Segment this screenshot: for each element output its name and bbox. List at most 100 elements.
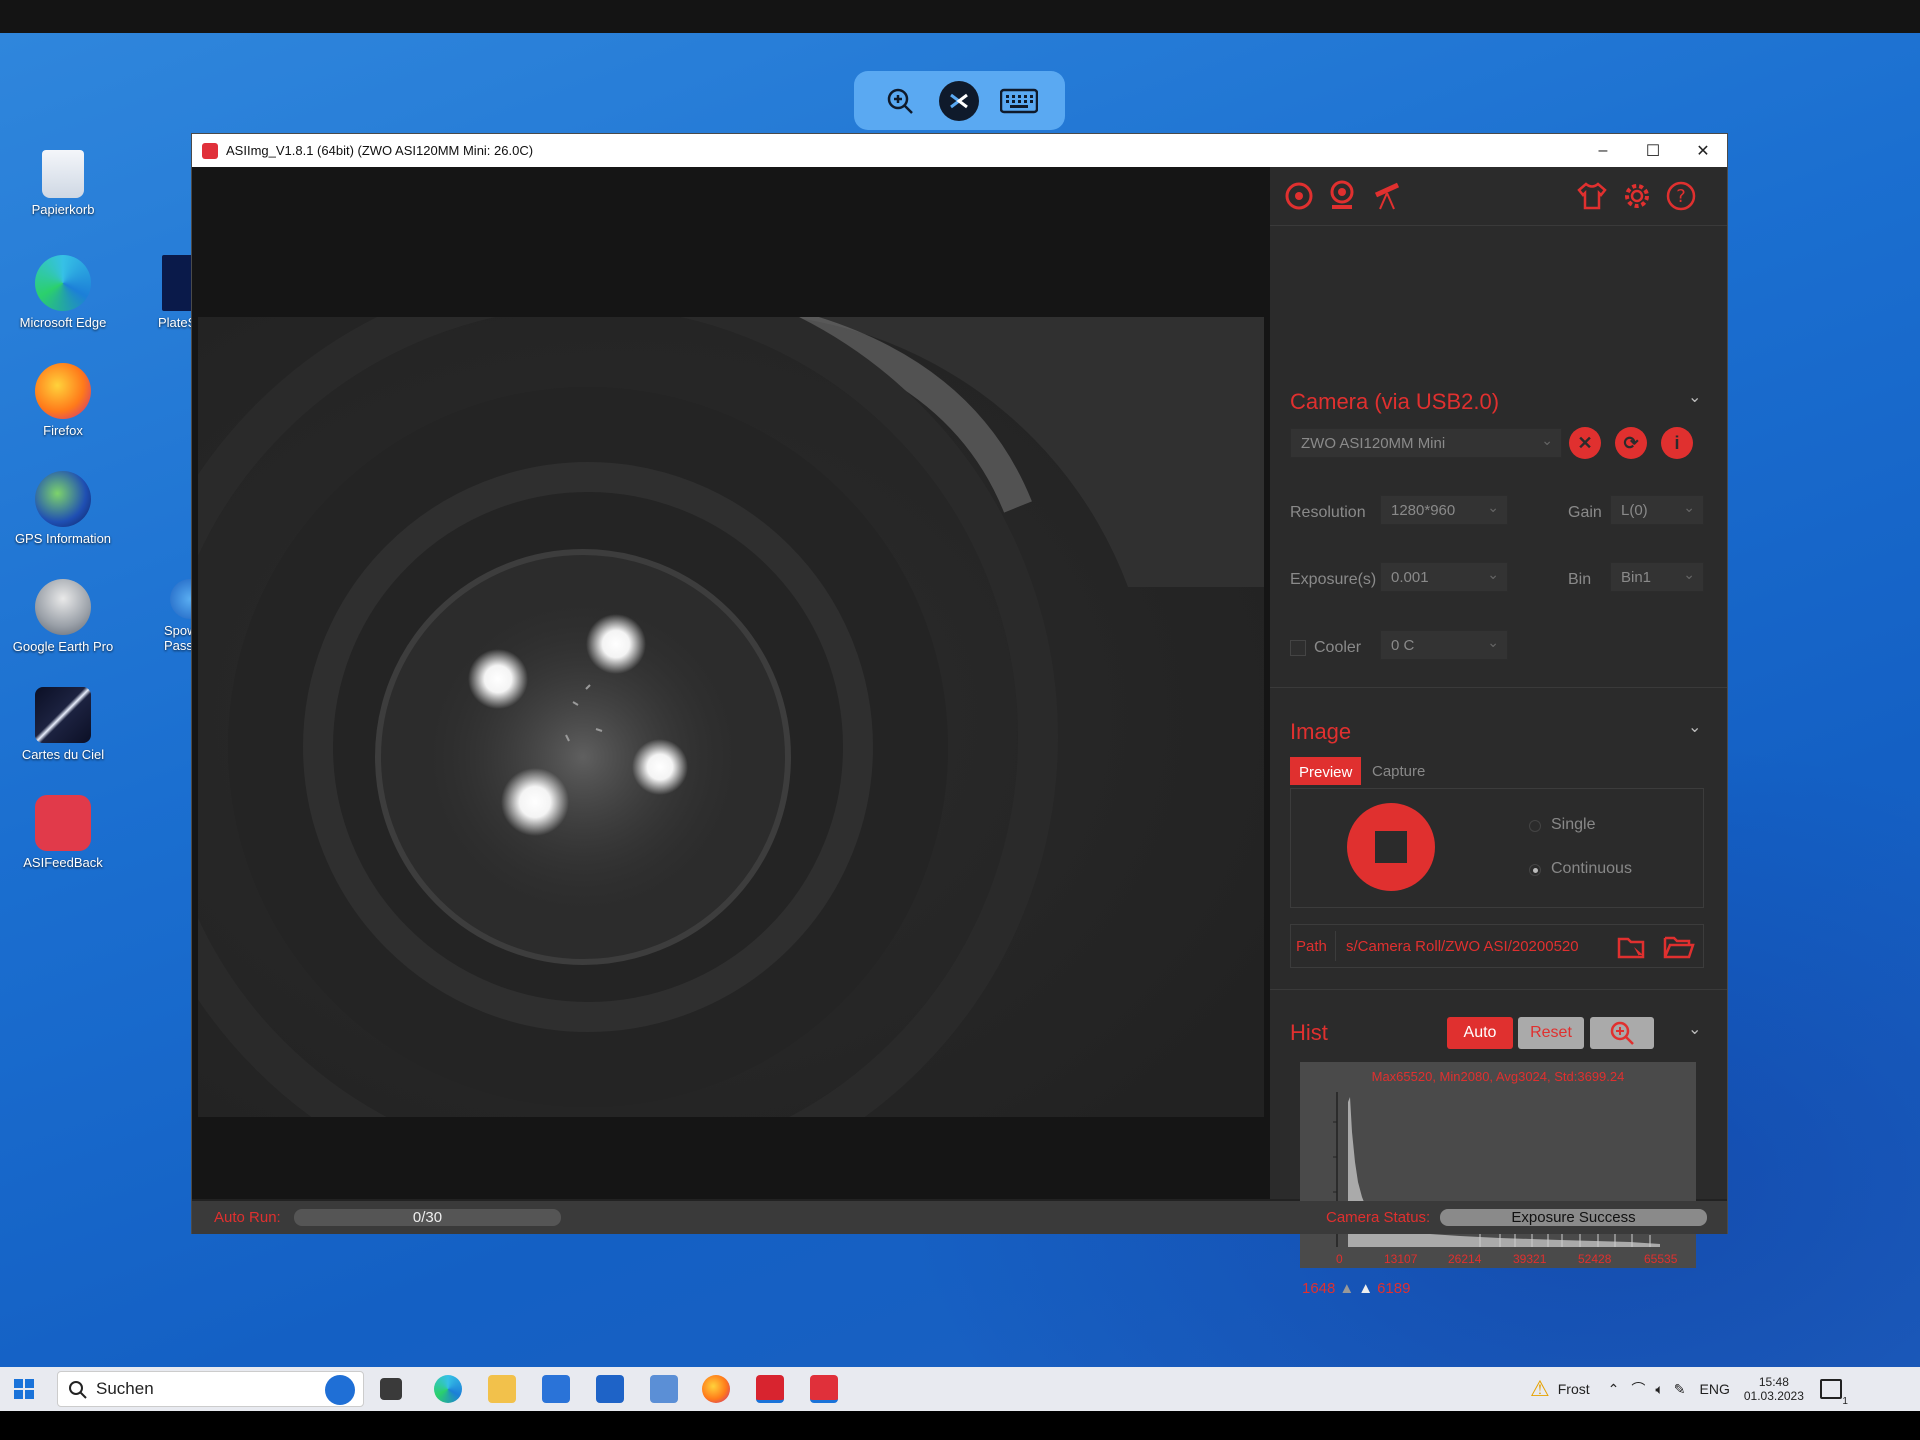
hist-reset-button[interactable]: Reset [1518, 1017, 1584, 1049]
task-view-icon[interactable] [380, 1378, 402, 1400]
divider [1270, 225, 1727, 226]
gain-select[interactable]: L(0) [1610, 495, 1704, 525]
desktop-icon-spower[interactable]: Spower Passwor [110, 579, 214, 653]
remote-toolbar [854, 71, 1065, 130]
keyboard-icon[interactable] [999, 81, 1039, 121]
firefox-taskbar-icon[interactable] [702, 1375, 730, 1403]
mode-single-radio[interactable] [1529, 820, 1541, 832]
remote-connection-icon[interactable] [939, 80, 980, 121]
high-marker-icon[interactable]: ▲ [1358, 1280, 1373, 1297]
notification-icon[interactable]: 1 [1819, 1379, 1848, 1407]
system-tray: ⚠ Frost ⌃ ⌒ 🔈︎ ✎ ENG 15:48 01.03.2023 1 [1530, 1367, 1848, 1411]
minimize-icon: – [1598, 141, 1608, 159]
file-explorer-icon[interactable] [488, 1375, 516, 1403]
hist-section-title: Hist [1290, 1020, 1328, 1045]
mode-continuous-radio[interactable] [1529, 864, 1541, 876]
desktop-icon-edge[interactable]: Microsoft Edge [8, 255, 118, 330]
camera-shutter-icon[interactable] [1284, 181, 1314, 211]
app-icon[interactable] [650, 1375, 678, 1403]
asiimg-taskbar-icon[interactable] [810, 1375, 838, 1403]
path-input[interactable]: s/Camera Roll/ZWO ASI/20200520 [1335, 931, 1603, 961]
desktop-icon-platesolve[interactable]: PlateS [110, 255, 212, 330]
hist-auto-button[interactable]: Auto [1447, 1017, 1513, 1049]
chevron-up-icon[interactable]: ⌃ [1608, 1381, 1620, 1398]
asiimg-window: ASIImg_V1.8.1 (64bit) (ZWO ASI120MM Mini… [191, 133, 1728, 1297]
desktop-icon-asifeedback[interactable]: ASIFeedBack [8, 795, 118, 870]
hist-x-tick: 0 [1336, 1252, 1343, 1266]
info-icon[interactable]: i [1661, 427, 1693, 459]
hist-x-tick: 52428 [1578, 1252, 1612, 1266]
desktop-icon-label: Microsoft Edge [19, 315, 107, 330]
open-folder-icon[interactable] [1663, 933, 1695, 961]
desktop-icon-firefox[interactable]: Firefox [8, 363, 118, 438]
help-icon[interactable]: ? [1665, 180, 1697, 212]
desktop-icon-gps-information[interactable]: GPS Information [8, 471, 118, 546]
language-indicator[interactable]: ENG [1700, 1381, 1730, 1397]
gain-label: Gain [1568, 504, 1602, 521]
asistudio-taskbar-icon[interactable] [756, 1375, 784, 1403]
divider [1270, 687, 1727, 688]
weather-warning-icon[interactable]: ⚠ [1530, 1376, 1550, 1402]
recycle-bin-icon [42, 150, 84, 198]
firefox-icon [35, 363, 91, 419]
preview-controls: Single Continuous [1290, 788, 1704, 908]
chat-icon [35, 795, 91, 851]
exposure-label: Exposure(s) [1290, 571, 1377, 588]
cooler-temperature-spinner[interactable]: 0 C [1380, 630, 1508, 660]
volume-icon[interactable]: 🔈︎ [1655, 1381, 1663, 1398]
desktop-icon-recycle-bin[interactable]: Papierkorb [8, 150, 118, 217]
zoom-in-icon[interactable] [880, 81, 920, 121]
clock-date: 01.03.2023 [1743, 1389, 1804, 1403]
minimize-button[interactable]: – [1578, 134, 1628, 167]
image-section-title: Image [1290, 719, 1352, 744]
mail-icon[interactable] [596, 1375, 624, 1403]
bing-icon[interactable] [325, 1375, 355, 1405]
network-icon[interactable]: ⌒ [1631, 1379, 1645, 1399]
tab-preview[interactable]: Preview [1290, 757, 1362, 785]
google-earth-icon [35, 579, 91, 635]
cooler-checkbox[interactable] [1290, 640, 1306, 656]
desktop-icon-cartes-du-ciel[interactable]: Cartes du Ciel [8, 687, 118, 762]
mode-continuous-label: Continuous [1551, 860, 1632, 877]
bin-select[interactable]: Bin1 [1610, 562, 1704, 592]
hist-x-tick: 26214 [1448, 1252, 1482, 1266]
camera-select[interactable]: ZWO ASI120MM Mini [1290, 428, 1562, 458]
store-icon[interactable] [542, 1375, 570, 1403]
histogram[interactable]: Max65520, Min2080, Avg3024, Std:3699.24 … [1300, 1062, 1696, 1268]
shirt-icon[interactable] [1576, 181, 1608, 211]
taskbar-search[interactable]: Suchen [57, 1371, 364, 1407]
resolution-select[interactable]: 1280*960 [1380, 495, 1508, 525]
pen-icon[interactable]: ✎ [1674, 1381, 1686, 1398]
exposure-select[interactable]: 0.001 [1380, 562, 1508, 592]
chevron-down-icon[interactable]: ⌄ [1688, 717, 1701, 737]
camera-status-bar: Exposure Success [1440, 1209, 1707, 1226]
hist-x-tick: 65535 [1644, 1252, 1678, 1266]
camera-preview-area[interactable] [192, 167, 1270, 1199]
stop-button[interactable] [1347, 803, 1435, 891]
select-folder-icon[interactable] [1617, 933, 1647, 961]
weather-label: Frost [1557, 1381, 1590, 1397]
maximize-button[interactable]: ☐ [1628, 134, 1678, 167]
refresh-icon[interactable]: ⟳ [1615, 427, 1647, 459]
close-button[interactable]: ✕ [1678, 134, 1728, 167]
comet-icon [35, 687, 91, 743]
low-marker-icon[interactable]: ▲ [1339, 1280, 1354, 1297]
camera-status-value: Exposure Success [1511, 1209, 1636, 1226]
auto-run-label: Auto Run: [214, 1209, 281, 1226]
chevron-down-icon[interactable]: ⌄ [1688, 1019, 1701, 1039]
chevron-down-icon[interactable]: ⌄ [1688, 387, 1701, 407]
edge-taskbar-icon[interactable] [434, 1375, 462, 1403]
gear-icon[interactable] [1621, 180, 1653, 212]
status-bar: Auto Run: 0/30 Camera Status: Exposure S… [192, 1201, 1727, 1234]
desktop-icon-google-earth[interactable]: Google Earth Pro [8, 579, 118, 654]
camera-section-title: Camera (via USB2.0) [1290, 389, 1500, 414]
webcam-icon[interactable] [1327, 179, 1357, 211]
telescope-icon[interactable] [1372, 179, 1402, 211]
clock[interactable]: 15:48 01.03.2023 [1744, 1375, 1804, 1403]
hist-zoom-button[interactable] [1590, 1017, 1654, 1049]
disconnect-camera-button[interactable]: ✕ [1569, 427, 1601, 459]
windows-start-icon[interactable] [14, 1379, 34, 1399]
remote-session-bottom-bar [0, 1411, 1920, 1440]
histogram-plot [1333, 1092, 1660, 1247]
tab-capture[interactable]: Capture [1364, 757, 1433, 785]
